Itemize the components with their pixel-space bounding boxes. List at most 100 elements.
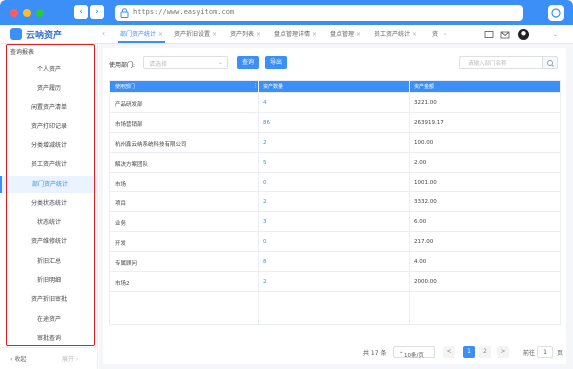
count-link[interactable]: 86 xyxy=(263,120,270,126)
query-button[interactable]: 查询 xyxy=(237,56,259,69)
tab-label: 盘点管理详情 xyxy=(274,31,311,38)
goto-page-input[interactable]: 1 xyxy=(537,346,553,358)
sidebar-item-repair-stats[interactable]: 资产维修统计 xyxy=(0,233,98,250)
forward-button[interactable]: › xyxy=(90,5,104,19)
sidebar-item-employee-asset-stats[interactable]: 员工资产统计 xyxy=(0,156,98,173)
table-body: 产品研发部 4 3221.00 市场营销部 86 263919.17 杭州鑫云纳系统科技有限… xyxy=(110,92,560,291)
user-menu-chevron-down-icon[interactable]: ⌄ xyxy=(551,29,560,43)
tab-close-icon[interactable]: × xyxy=(256,31,261,38)
sidebar-item-category-change-stats[interactable]: 分类增减统计 xyxy=(0,137,98,154)
dept-cell: 专属顾问 xyxy=(115,261,138,268)
page-button-2[interactable]: 2 xyxy=(479,346,491,358)
next-page-button[interactable]: > xyxy=(497,346,509,358)
mail-icon[interactable] xyxy=(500,30,510,40)
tab-close-icon[interactable]: × xyxy=(158,31,163,38)
dept-select[interactable]: 请选择 ⌄ xyxy=(143,56,228,69)
app-header: 云呐资产 ‹ 部门资产统计 × 资产折旧设置 × 资产列表 × 盘点管理详情 × 盘点管… xyxy=(0,25,573,44)
count-link[interactable]: 0 xyxy=(263,239,267,245)
amount-cell: 2.00 xyxy=(414,159,427,166)
count-link[interactable]: 0 xyxy=(263,180,267,186)
sidebar-footer: ‹ 收起 展开 › xyxy=(0,347,98,369)
tab-close-icon[interactable]: × xyxy=(312,31,317,38)
amount-cell: 263919.17 xyxy=(414,119,444,126)
browser-chrome: ‹ › https://www.easyitom.com xyxy=(0,0,573,25)
back-button[interactable]: ‹ xyxy=(74,5,88,19)
tab-asset-depreciation-settings[interactable]: 资产折旧设置 × xyxy=(172,29,219,43)
sidebar-item-idle-assets[interactable]: 闲置资产清单 xyxy=(0,99,98,116)
search-icon xyxy=(547,60,554,67)
search-button[interactable] xyxy=(543,56,558,69)
count-link[interactable]: 4 xyxy=(263,100,267,106)
sidebar-item-print-records[interactable]: 资产打印记录 xyxy=(0,118,98,135)
maximize-window-dot[interactable] xyxy=(36,9,44,17)
tab-close-icon[interactable]: × xyxy=(212,31,217,38)
collapse-button[interactable]: ‹ 收起 xyxy=(10,354,26,363)
sidebar-item-category-status-stats[interactable]: 分类状态统计 xyxy=(0,195,98,212)
tab-inventory-detail[interactable]: 盘点管理详情 × xyxy=(272,29,319,43)
count-link[interactable]: 3 xyxy=(263,219,267,225)
collapse-label: 收起 xyxy=(14,356,27,363)
amount-cell: 3332.00 xyxy=(414,199,437,206)
sidebar-item-status-stats[interactable]: 状态统计 xyxy=(0,214,98,231)
tab-asset-list[interactable]: 资产列表 × xyxy=(228,29,263,43)
app-logo-icon xyxy=(10,28,22,40)
browser-menu-button[interactable] xyxy=(548,5,564,21)
sidebar-item-depreciation-detail[interactable]: 折旧明细 xyxy=(0,272,98,289)
count-link[interactable]: 2 xyxy=(263,199,267,205)
dept-select-placeholder: 请选择 xyxy=(149,61,168,68)
page-size-select[interactable]: 10条/页 ⌄ xyxy=(393,346,435,359)
count-link[interactable]: 5 xyxy=(263,160,267,166)
expand-label: 展开 xyxy=(62,356,75,363)
table-empty-area xyxy=(110,290,560,324)
amount-cell: 100.00 xyxy=(414,139,434,146)
main-content: 使用部门: 请选择 ⌄ 查询 导出 请输入部门名称 使用部门 ⋮ 资产数量 资产… xyxy=(99,44,573,369)
header-amount: 资产金额 xyxy=(414,84,435,90)
dept-search-placeholder: 请输入部门名称 xyxy=(468,61,507,67)
close-window-dot[interactable] xyxy=(10,9,18,17)
sidebar-item-personal-assets[interactable]: 个人资产 xyxy=(0,61,98,78)
tabs-scroll-right-icon[interactable]: › xyxy=(442,29,448,43)
count-link[interactable]: 8 xyxy=(263,259,267,265)
page-button-1[interactable]: 1 xyxy=(463,346,475,358)
tab-inventory-management[interactable]: 盘点管理 × xyxy=(328,29,363,43)
tab-label: 资 xyxy=(432,31,439,38)
sidebar-heading: 查询报表 xyxy=(10,49,35,56)
sidebar-item-depreciation-summary[interactable]: 折旧汇总 xyxy=(0,253,98,270)
dept-cell: 市场营销部 xyxy=(115,121,143,128)
address-bar[interactable]: https://www.easyitom.com xyxy=(115,5,523,21)
export-button[interactable]: 导出 xyxy=(265,56,287,69)
tab-close-icon[interactable]: × xyxy=(356,31,361,38)
sidebar: 查询报表 个人资产 资产履历 闲置资产清单 资产打印记录 分类增减统计 员工资产… xyxy=(0,44,98,369)
minimize-window-dot[interactable] xyxy=(23,9,31,17)
expand-button[interactable]: 展开 › xyxy=(62,354,78,363)
sidebar-item-in-transit-assets[interactable]: 在途资产 xyxy=(0,311,98,328)
pagination-total: 共 17 条 xyxy=(363,350,387,357)
dept-cell: 市场 xyxy=(115,181,127,188)
amount-cell: 2000.00 xyxy=(414,279,437,286)
goto-suffix: 页 xyxy=(557,350,564,357)
report-panel: 使用部门: 请选择 ⌄ 查询 导出 请输入部门名称 使用部门 ⋮ 资产数量 资产… xyxy=(103,48,566,364)
sidebar-item-dept-asset-stats[interactable]: 部门资产统计 xyxy=(0,176,98,193)
dept-cell: 杭州鑫云纳系统科技有限公司 xyxy=(115,141,187,148)
prev-page-button[interactable]: < xyxy=(443,346,455,358)
url-text: https://www.easyitom.com xyxy=(133,8,235,16)
tab-truncated[interactable]: 资 xyxy=(430,29,440,43)
avatar[interactable] xyxy=(518,29,529,40)
dept-search-input[interactable]: 请输入部门名称 xyxy=(459,56,543,69)
count-link[interactable]: 2 xyxy=(263,279,267,285)
screen-icon[interactable] xyxy=(484,30,494,40)
tab-dept-asset-stats[interactable]: 部门资产统计 × xyxy=(118,29,166,43)
goto-label: 前往 xyxy=(523,350,536,357)
tab-close-icon[interactable]: × xyxy=(412,31,417,38)
sidebar-item-depreciation-approval[interactable]: 资产折旧审批 xyxy=(0,291,98,308)
tabs-scroll-left-icon[interactable]: ‹ xyxy=(102,29,112,41)
tab-employee-asset-stats[interactable]: 员工资产统计 × xyxy=(372,29,419,43)
table-row: 项目 2 3332.00 xyxy=(110,191,560,211)
sidebar-item-approval-query[interactable]: 审批查询 xyxy=(0,330,98,347)
sidebar-item-asset-history[interactable]: 资产履历 xyxy=(0,80,98,97)
amount-cell: 3221.00 xyxy=(414,100,437,106)
count-link[interactable]: 2 xyxy=(263,140,267,146)
header-dept: 使用部门 xyxy=(115,84,136,90)
dept-cell: 开发 xyxy=(115,241,127,248)
amount-cell: 6.00 xyxy=(414,219,427,226)
